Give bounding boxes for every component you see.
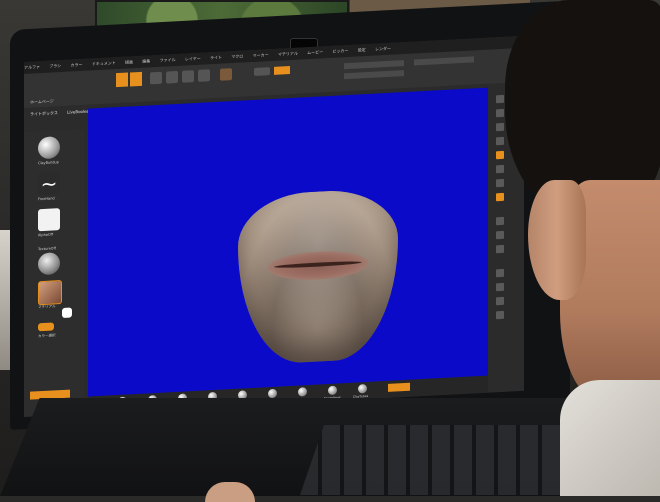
material-swatch[interactable] <box>220 68 232 81</box>
texture-label: TextureOff <box>38 246 56 252</box>
bpr-button[interactable] <box>496 94 504 104</box>
alpha-label: AlphaOff <box>38 232 54 238</box>
material-icon[interactable] <box>38 252 60 276</box>
menu-item[interactable]: マクロ <box>231 54 243 60</box>
color-label: カラー選択 <box>38 333 56 339</box>
zoom-view-button[interactable] <box>496 230 504 240</box>
stroke-icon[interactable]: ~ <box>38 171 60 196</box>
z-intensity-slider[interactable] <box>414 56 474 66</box>
brush-claytubes-icon[interactable] <box>358 384 367 394</box>
menu-item[interactable]: ライト <box>210 55 222 61</box>
tab-home[interactable]: ホームページ <box>30 98 54 105</box>
frame-button[interactable] <box>496 192 504 202</box>
transp-button[interactable] <box>496 282 504 292</box>
xpose-button[interactable] <box>496 310 504 320</box>
laptop-screen: アルファ ブラシ カラー ドキュメント 描画 編集 ファイル レイヤー ライト … <box>24 35 524 417</box>
mrgb-button[interactable] <box>254 67 270 76</box>
stroke-label: FreeHand <box>38 196 55 202</box>
color-swatch[interactable] <box>62 307 72 319</box>
focal-shift-slider[interactable] <box>344 60 404 70</box>
solo-button[interactable] <box>496 296 504 306</box>
left-shelf: ClayBuildup ~ FreeHand AlphaOff TextureO… <box>24 128 84 417</box>
texture-icon[interactable] <box>38 280 62 306</box>
menu-item[interactable]: マテリアル <box>278 51 298 57</box>
person-shirt <box>560 380 660 496</box>
scale-button[interactable] <box>166 70 178 84</box>
menu-item[interactable]: 設定 <box>358 47 366 52</box>
material-label: マテリアル <box>38 304 56 310</box>
move-view-button[interactable] <box>496 216 504 226</box>
edit-button[interactable] <box>116 72 128 88</box>
keyboard-keys <box>300 425 600 495</box>
menu-item[interactable]: ブラシ <box>49 63 61 69</box>
local-button[interactable] <box>496 178 504 188</box>
menu-item[interactable]: ファイル <box>160 57 176 63</box>
zadd-button[interactable] <box>274 66 290 75</box>
tab-lightbox[interactable]: ライトボックス LiveBoolean <box>30 108 92 117</box>
draw-button[interactable] <box>130 71 142 87</box>
gizmo-button[interactable] <box>198 69 210 82</box>
lightbox-label: ライトボックス <box>30 110 58 117</box>
actual-button[interactable] <box>496 136 504 146</box>
floor-button[interactable] <box>496 164 504 174</box>
menu-item[interactable]: アルファ <box>24 64 40 70</box>
menu-item[interactable]: カラー <box>70 62 82 68</box>
brush-trimdynamic-icon[interactable] <box>298 387 307 397</box>
color-icon[interactable] <box>38 322 54 332</box>
brush-label: ClayBuildup <box>38 160 59 166</box>
menu-item[interactable]: レンダー <box>375 46 391 52</box>
document-canvas[interactable] <box>88 87 488 397</box>
menu-item[interactable]: 描画 <box>125 59 133 64</box>
dynamic-button[interactable] <box>388 382 410 392</box>
alpha-icon[interactable] <box>38 208 60 232</box>
menu-item[interactable]: マーカー <box>253 52 269 58</box>
rotate-view-button[interactable] <box>496 244 504 254</box>
rotate-button[interactable] <box>182 70 194 83</box>
draw-size-slider[interactable] <box>344 70 404 80</box>
brush-snakehook-icon[interactable] <box>328 385 337 396</box>
menu-item[interactable]: ピッカー <box>332 48 348 54</box>
sphere-brush-icon[interactable] <box>38 136 60 160</box>
menu-item[interactable]: ドキュメント <box>92 60 116 66</box>
zoom-button[interactable] <box>496 122 504 132</box>
brush-inflat-icon[interactable] <box>268 388 277 399</box>
menu-item[interactable]: 編集 <box>142 58 150 63</box>
persp-button[interactable] <box>496 150 504 160</box>
polyf-button[interactable] <box>496 268 504 278</box>
menu-item[interactable]: レイヤー <box>185 56 201 62</box>
move-button[interactable] <box>150 71 162 85</box>
menu-item[interactable]: ムービー <box>307 49 323 55</box>
scroll-button[interactable] <box>496 108 504 118</box>
